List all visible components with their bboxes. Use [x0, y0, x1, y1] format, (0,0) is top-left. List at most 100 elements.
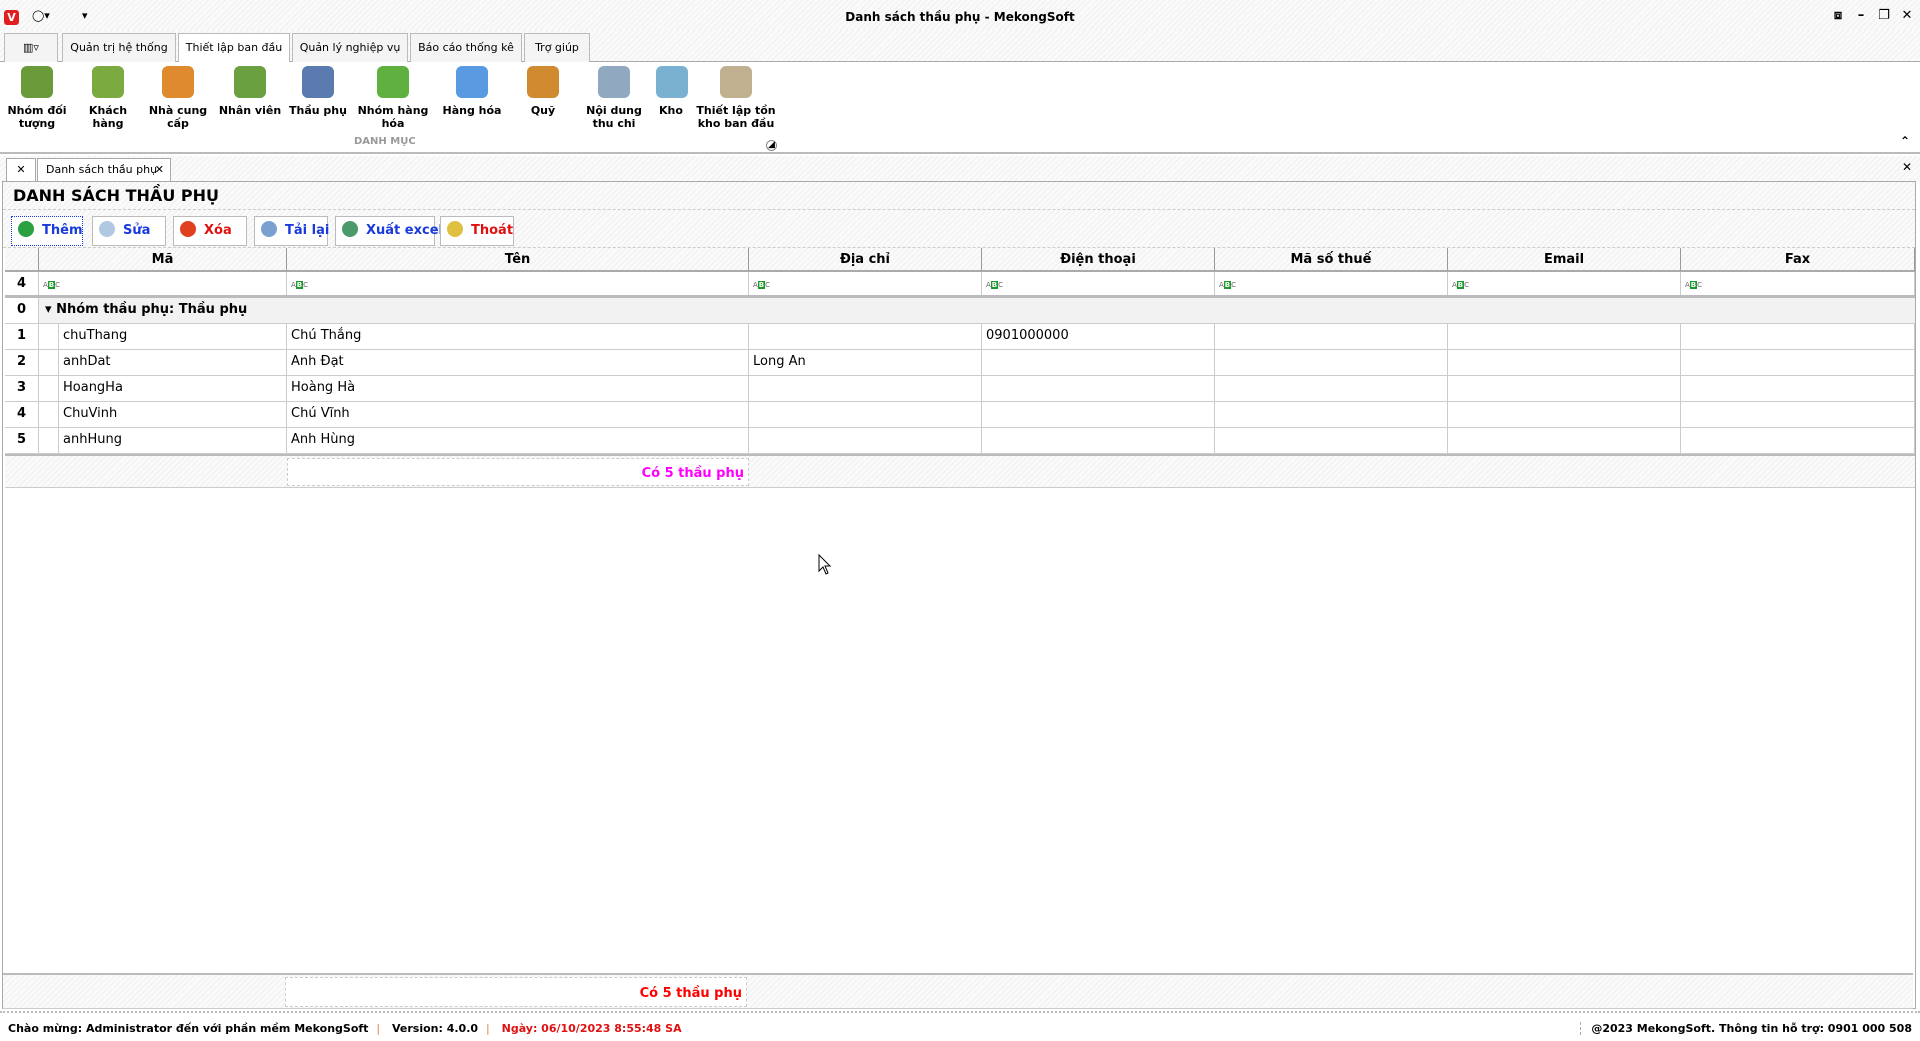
column-header-3[interactable]: Điện thoại — [982, 248, 1215, 270]
table-row[interactable]: 4 ChuVinh Chú Vĩnh — [5, 402, 1915, 428]
refresh-icon — [261, 221, 277, 237]
fullscreen-icon[interactable]: ⧈ — [1829, 8, 1847, 23]
cell-2[interactable] — [749, 324, 982, 349]
tab-3[interactable]: Báo cáo thống kê — [410, 33, 522, 62]
toolbar-button-0[interactable]: Thêm — [11, 216, 83, 246]
cell-6[interactable] — [1681, 350, 1915, 375]
cell-6[interactable] — [1681, 402, 1915, 427]
column-header-0[interactable]: Mã — [39, 248, 287, 270]
filter-cell-1[interactable]: ABC — [287, 272, 749, 295]
toolbar-button-4[interactable]: Xuất excel — [335, 216, 443, 246]
subcontractor-panel: DANH SÁCH THẦU PHỤ Thêm Sửa Xóa Tải lại Xuất… — [2, 181, 1916, 1009]
column-header-4[interactable]: Mã số thuế — [1215, 248, 1448, 270]
ribbon-item-7[interactable]: Quỹ — [520, 66, 566, 117]
cell-5[interactable] — [1448, 376, 1681, 401]
cell-5[interactable] — [1448, 324, 1681, 349]
cell-3[interactable] — [982, 428, 1215, 453]
close-all-tabs-button[interactable]: ✕ — [6, 158, 36, 182]
ribbon-item-8[interactable]: Nội dung thu chi — [580, 66, 648, 130]
tab-4[interactable]: Trợ giúp — [524, 33, 590, 62]
ribbon-item-4[interactable]: Thầu phụ — [286, 66, 350, 117]
filter-cell-0[interactable]: ABC — [39, 272, 287, 295]
ribbon-item-5[interactable]: Nhóm hàng hóa — [356, 66, 430, 130]
cell-3[interactable] — [982, 350, 1215, 375]
minimize-icon[interactable]: – — [1852, 8, 1870, 23]
close-tab-icon[interactable]: ✕ — [155, 159, 164, 181]
cell-3[interactable] — [982, 402, 1215, 427]
cell-2[interactable] — [749, 402, 982, 427]
ribbon-item-2[interactable]: Nhà cung cấp — [146, 66, 210, 130]
table-row[interactable]: 2 anhDat Anh Đạt Long An — [5, 350, 1915, 376]
column-header-5[interactable]: Email — [1448, 248, 1681, 270]
text-filter-icon: ABC — [43, 281, 61, 289]
cell-2[interactable]: Long An — [749, 350, 982, 375]
toolbar-button-3[interactable]: Tải lại — [254, 216, 329, 246]
cell-4[interactable] — [1215, 350, 1448, 375]
dialog-launcher-icon[interactable]: ◢ — [766, 140, 777, 151]
table-row[interactable]: 3 HoangHa Hoàng Hà — [5, 376, 1915, 402]
cell-4[interactable] — [1215, 324, 1448, 349]
people-group-icon — [21, 66, 53, 98]
table-row[interactable]: 1 chuThang Chú Thắng 0901000000 — [5, 324, 1915, 350]
app-menu-button[interactable]: ▥▿ — [4, 33, 58, 62]
close-icon[interactable]: ✕ — [1898, 8, 1916, 23]
cell-5[interactable] — [1448, 402, 1681, 427]
cell-0[interactable]: anhDat — [59, 350, 287, 375]
filter-cell-4[interactable]: ABC — [1215, 272, 1448, 295]
cell-3[interactable] — [982, 376, 1215, 401]
toolbar-button-2[interactable]: Xóa — [173, 216, 247, 246]
cell-1[interactable]: Chú Thắng — [287, 324, 749, 349]
restore-icon[interactable]: ❐ — [1875, 8, 1893, 23]
cell-6[interactable] — [1681, 324, 1915, 349]
cell-4[interactable] — [1215, 428, 1448, 453]
cell-1[interactable]: Anh Đạt — [287, 350, 749, 375]
tab-1[interactable]: Thiết lập ban đầu — [178, 33, 290, 63]
toolbar-button-5[interactable]: Thoát — [440, 216, 514, 246]
ribbon-item-3[interactable]: Nhân viên — [216, 66, 284, 117]
cell-3[interactable]: 0901000000 — [982, 324, 1215, 349]
tab-0[interactable]: Quản trị hệ thống — [62, 33, 176, 62]
cell-4[interactable] — [1215, 402, 1448, 427]
filter-cell-3[interactable]: ABC — [982, 272, 1215, 295]
column-header-1[interactable]: Tên — [287, 248, 749, 270]
toolbar-button-1[interactable]: Sửa — [92, 216, 166, 246]
cell-0[interactable]: anhHung — [59, 428, 287, 453]
text-filter-icon: ABC — [986, 281, 1004, 289]
ribbon-item-label: Nhóm hàng hóa — [357, 104, 429, 130]
group-header[interactable]: ▾ Nhóm thầu phụ: Thầu phụ — [45, 302, 247, 317]
title-bar: V ◯▾ ▾ Danh sách thầu phụ - MekongSoft ⧈… — [0, 0, 1920, 34]
filter-cell-2[interactable]: ABC — [749, 272, 982, 295]
cell-0[interactable]: ChuVinh — [59, 402, 287, 427]
tab-danh-sach-thau-phu[interactable]: Danh sách thầu phụ ✕ — [37, 158, 171, 182]
ribbon-item-9[interactable]: Kho — [656, 66, 688, 117]
group-row[interactable]: 0 ▾ Nhóm thầu phụ: Thầu phụ — [5, 298, 1915, 324]
cell-1[interactable]: Anh Hùng — [287, 428, 749, 453]
cell-2[interactable] — [749, 428, 982, 453]
column-header-6[interactable]: Fax — [1681, 248, 1915, 270]
filter-cell-6[interactable]: ABC — [1681, 272, 1915, 295]
filter-cell-5[interactable]: ABC — [1448, 272, 1681, 295]
tab-2[interactable]: Quản lý nghiệp vụ — [292, 33, 408, 62]
ribbon-item-6[interactable]: Hàng hóa — [436, 66, 508, 117]
cell-6[interactable] — [1681, 376, 1915, 401]
cell-5[interactable] — [1448, 428, 1681, 453]
column-header-2[interactable]: Địa chỉ — [749, 248, 982, 270]
cell-4[interactable] — [1215, 376, 1448, 401]
expand-group-icon[interactable]: ▾ — [45, 302, 56, 317]
ribbon-item-1[interactable]: Khách hàng — [84, 66, 132, 130]
cell-5[interactable] — [1448, 350, 1681, 375]
cell-2[interactable] — [749, 376, 982, 401]
cell-0[interactable]: HoangHa — [59, 376, 287, 401]
cell-6[interactable] — [1681, 428, 1915, 453]
close-document-icon[interactable]: ✕ — [1902, 160, 1912, 174]
document-tabs: ✕ Danh sách thầu phụ ✕ ✕ — [0, 156, 1920, 182]
ribbon-item-0[interactable]: Nhóm đối tượng — [4, 66, 70, 130]
cell-1[interactable]: Chú Vĩnh — [287, 402, 749, 427]
ribbon-item-10[interactable]: Thiết lập tồn kho ban đầu — [696, 66, 776, 130]
group-footer-row: Có 5 thầu phụ — [5, 454, 1915, 488]
cell-1[interactable]: Hoàng Hà — [287, 376, 749, 401]
cell-0[interactable]: chuThang — [59, 324, 287, 349]
delete-icon — [180, 221, 196, 237]
table-row[interactable]: 5 anhHung Anh Hùng — [5, 428, 1915, 454]
collapse-ribbon-icon[interactable]: ⌃ — [1900, 134, 1910, 148]
